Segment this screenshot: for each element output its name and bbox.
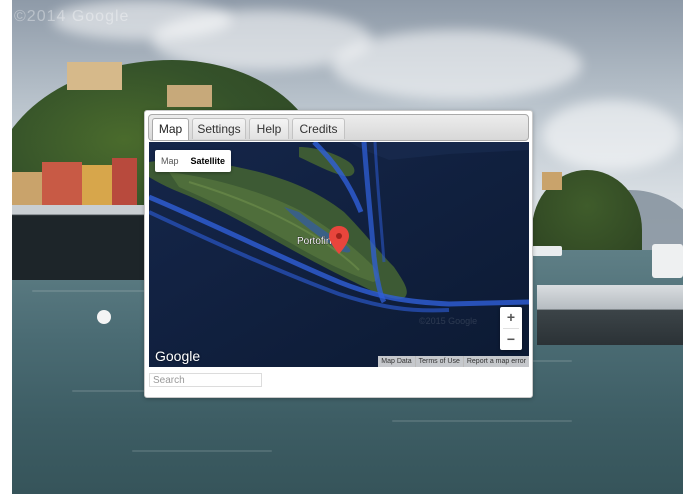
house <box>112 158 137 208</box>
map-attribution: Map Data Terms of Use Report a map error <box>378 356 529 367</box>
map-imagery: ©2015 Google Portofino <box>149 142 529 367</box>
street-view-watermark: ©2014 Google <box>14 8 130 25</box>
map-watermark: ©2015 Google <box>419 316 477 326</box>
map-type-map-button[interactable]: Map <box>155 150 185 172</box>
map-type-satellite-button[interactable]: Satellite <box>185 150 232 172</box>
yacht <box>652 244 683 278</box>
house <box>67 62 122 90</box>
buoy <box>97 310 111 324</box>
house <box>42 162 82 207</box>
tab-bar: Map Settings Help Credits <box>148 114 529 141</box>
house <box>167 85 212 107</box>
zoom-in-button[interactable]: + <box>500 307 522 328</box>
house <box>12 172 42 206</box>
pier <box>537 285 683 345</box>
search-input[interactable] <box>149 373 262 387</box>
satellite-map[interactable]: ©2015 Google Portofino Map Satellite + −… <box>149 142 529 367</box>
house <box>542 172 562 190</box>
map-data-link[interactable]: Map Data <box>378 356 414 367</box>
tab-map[interactable]: Map <box>152 118 189 140</box>
report-map-error-link[interactable]: Report a map error <box>462 356 529 367</box>
google-logo: Google <box>155 348 201 364</box>
terms-of-use-link[interactable]: Terms of Use <box>414 356 463 367</box>
zoom-control: + − <box>500 307 522 350</box>
map-type-control: Map Satellite <box>155 150 232 172</box>
map-panel: Map Settings Help Credits ©2015 Google P… <box>144 110 533 398</box>
tab-help[interactable]: Help <box>249 118 289 139</box>
zoom-out-button[interactable]: − <box>500 329 522 350</box>
yacht <box>532 246 562 256</box>
tab-credits[interactable]: Credits <box>292 118 345 139</box>
house <box>82 165 112 207</box>
tab-settings[interactable]: Settings <box>192 118 246 139</box>
